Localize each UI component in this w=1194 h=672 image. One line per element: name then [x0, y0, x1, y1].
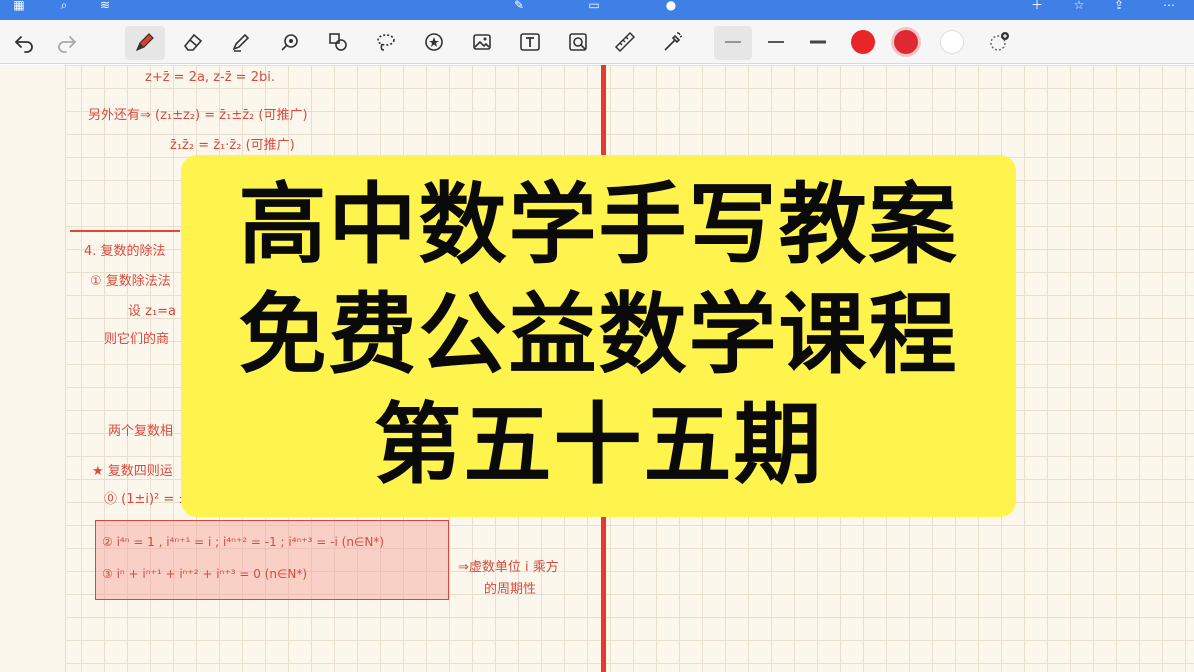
lasso-icon[interactable]	[370, 26, 402, 58]
lasso-shape-icon[interactable]	[274, 26, 306, 58]
add-color-icon[interactable]	[983, 26, 1015, 58]
microphone-icon[interactable]: ●	[662, 0, 680, 12]
note-line: z+z̄ = 2a, z-z̄ = 2bi.	[145, 70, 275, 85]
grid-icon[interactable]: ▦	[10, 0, 28, 12]
add-page-icon[interactable]: ＋	[1028, 0, 1046, 12]
page-icon[interactable]: ▭	[585, 0, 603, 12]
color-swatch-red[interactable]	[851, 30, 875, 54]
color-swatch-white[interactable]	[940, 30, 964, 54]
undo-icon[interactable]	[8, 26, 40, 58]
paper-margin	[0, 65, 66, 672]
note-line: ⓪ (1±i)² = ±	[104, 492, 190, 507]
share-icon[interactable]: ⇪	[1110, 0, 1128, 12]
drawing-toolbar	[0, 20, 1194, 64]
note-line: 设 z₁=a	[128, 304, 177, 319]
note-line: ① 复数除法法	[90, 274, 171, 289]
note-line: 另外还有⇒ (z₁±z₂) = z̄₁±z̄₂ (可推广)	[88, 108, 308, 123]
stroke-medium-icon[interactable]	[760, 26, 792, 58]
note-line: z̄₁z̄₂ = z̄₁·z̄₂ (可推广)	[170, 138, 295, 153]
note-line: ⇒虚数单位 i 乘方	[458, 560, 559, 575]
pen-mode-icon[interactable]: ✎	[508, 0, 530, 12]
banner-title-line2: 免费公益数学课程	[238, 283, 959, 386]
stroke-thin-icon[interactable]	[717, 26, 749, 58]
text-icon[interactable]	[514, 26, 546, 58]
banner-title-line3: 第五十五期	[373, 393, 824, 496]
heading-underline	[70, 230, 180, 232]
redo-icon[interactable]	[51, 26, 83, 58]
color-swatch-red-selected[interactable]	[894, 30, 918, 54]
note-line: ② i⁴ⁿ = 1 , i⁴ⁿ⁺¹ = i ; i⁴ⁿ⁺² = -1 ; i⁴ⁿ…	[102, 535, 385, 549]
stroke-thick-icon[interactable]	[802, 26, 834, 58]
note-heading: 4. 复数的除法	[84, 244, 166, 259]
shapes-icon[interactable]	[322, 26, 354, 58]
laser-icon[interactable]	[657, 26, 689, 58]
more-icon[interactable]: ⋯	[1160, 0, 1178, 12]
ruler-icon[interactable]	[609, 26, 641, 58]
highlight-box: ② i⁴ⁿ = 1 , i⁴ⁿ⁺¹ = i ; i⁴ⁿ⁺² = -1 ; i⁴ⁿ…	[95, 520, 449, 600]
bookmark-icon[interactable]: ☆	[1070, 0, 1088, 12]
eraser-icon[interactable]	[177, 26, 209, 58]
note-line: 则它们的商	[104, 332, 170, 347]
image-icon[interactable]	[466, 26, 498, 58]
camera-image-icon[interactable]	[562, 26, 594, 58]
note-line: ★ 复数四则运	[92, 464, 173, 479]
note-line: 的周期性	[484, 582, 537, 597]
banner-title-line1: 高中数学手写教案	[238, 173, 959, 276]
note-line: 两个复数相	[108, 424, 174, 439]
pen-icon[interactable]	[129, 26, 161, 58]
sticker-icon[interactable]	[418, 26, 450, 58]
highlighter-icon[interactable]	[225, 26, 257, 58]
note-line: ③ iⁿ + iⁿ⁺¹ + iⁿ⁺² + iⁿ⁺³ = 0 (n∈N*)	[102, 567, 308, 581]
search-icon[interactable]: ⌕	[55, 0, 73, 12]
audio-icon[interactable]: ≋	[96, 0, 114, 12]
title-banner: 高中数学手写教案 免费公益数学课程 第五十五期	[181, 155, 1016, 517]
top-bar: ▦ ⌕ ≋ ✎ ▭ ● ＋ ☆ ⇪ ⋯	[0, 0, 1194, 20]
